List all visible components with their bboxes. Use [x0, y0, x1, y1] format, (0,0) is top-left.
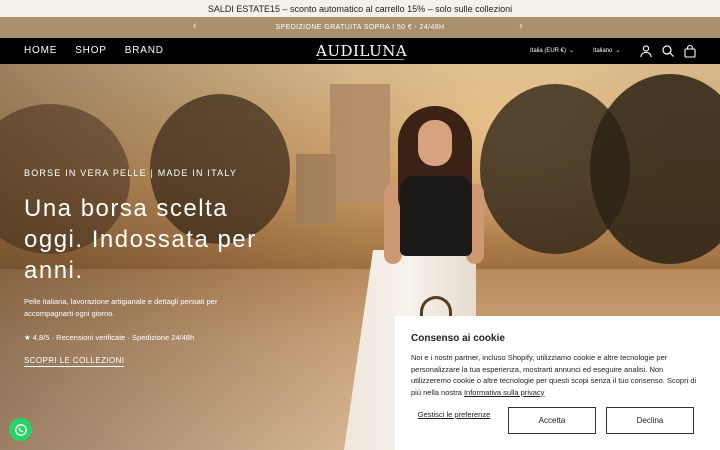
manage-preferences-button[interactable]: Gestisci le preferenze — [413, 410, 495, 420]
chevron-left-icon[interactable]: ‹ — [193, 20, 197, 32]
cookie-consent-banner: Consenso ai cookie Noi e i nostri partne… — [395, 316, 720, 450]
shipping-text: SPEDIZIONE GRATUITA SOPRA I 50 € - 24/48… — [275, 24, 445, 31]
shipping-announcement-bar: ‹ SPEDIZIONE GRATUITA SOPRA I 50 € - 24/… — [0, 17, 720, 38]
cookie-body: Noi e i nostri partner, incluso Shopify,… — [411, 352, 705, 398]
model-face — [418, 120, 452, 166]
privacy-policy-link[interactable]: Informativa sulla privacy — [464, 388, 544, 397]
country-selector[interactable]: Italia (EUR €) ⌄ — [530, 47, 575, 55]
accept-button[interactable]: Accetta — [508, 407, 596, 434]
chevron-down-icon: ⌄ — [615, 48, 621, 54]
brand-logo[interactable]: AUDILUNA — [316, 41, 407, 61]
whatsapp-button[interactable] — [9, 418, 32, 441]
model-top — [400, 176, 472, 256]
background-tree — [590, 74, 720, 264]
hero-eyebrow: BORSE IN VERA PELLE | MADE IN ITALY — [24, 168, 238, 178]
decline-button[interactable]: Declina — [606, 407, 694, 434]
hero-rating: ★ 4,8/5 · Recensioni verificate · Spediz… — [24, 333, 195, 342]
nav-brand[interactable]: BRAND — [125, 45, 164, 56]
hero-title: Una borsa scelta oggi. Indossata per ann… — [24, 195, 257, 284]
language-selector-label: Italiano — [593, 47, 613, 54]
cookie-body-text: Noi e i nostri partner, incluso Shopify,… — [411, 353, 697, 397]
cart-icon[interactable] — [683, 44, 697, 58]
nav-shop[interactable]: SHOP — [75, 45, 107, 56]
discover-collections-link[interactable]: SCOPRI LE COLLEZIONI — [24, 356, 125, 367]
main-nav: HOME SHOP BRAND — [24, 45, 164, 56]
chevron-right-icon[interactable]: › — [519, 20, 523, 32]
promo-text: SALDI ESTATE15 – sconto automatico al ca… — [207, 3, 513, 14]
site-header: HOME SHOP BRAND AUDILUNA Italia (EUR €) … — [0, 38, 720, 64]
language-selector[interactable]: Italiano ⌄ — [593, 47, 621, 55]
whatsapp-icon — [14, 423, 27, 436]
hero-subtitle: Pelle italiana, lavorazione artigianale … — [24, 297, 218, 318]
logo-underline — [318, 59, 404, 60]
chevron-down-icon: ⌄ — [569, 48, 575, 54]
search-icon[interactable] — [661, 44, 675, 58]
cookie-title: Consenso ai cookie — [411, 333, 505, 344]
country-selector-label: Italia (EUR €) — [530, 47, 567, 54]
account-icon[interactable] — [639, 44, 653, 58]
promo-announcement-bar: SALDI ESTATE15 – sconto automatico al ca… — [0, 0, 720, 17]
nav-home[interactable]: HOME — [24, 45, 57, 56]
